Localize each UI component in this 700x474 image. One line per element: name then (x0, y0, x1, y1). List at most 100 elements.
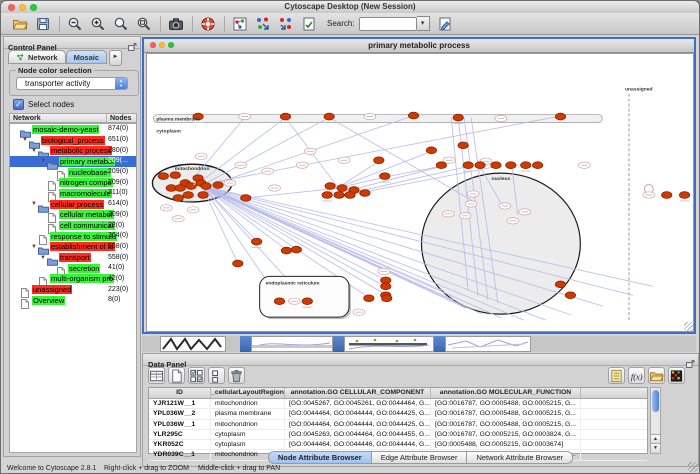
table-cell[interactable]: [GO:0045267, GO:0045261, GO:0044464, G..… (285, 399, 431, 408)
table-row-ylr295c[interactable]: YLR295Ccytoplasm[GO:0045263, GO:0044464,… (149, 430, 647, 440)
tree-row-nucleobase-[interactable]: nucleobase-209(0) (10, 167, 136, 178)
column-header-2[interactable]: _cellularLayoutRegion (211, 388, 285, 398)
background-window[interactable] (160, 336, 226, 352)
matrix-icon[interactable] (668, 367, 685, 384)
network-canvas[interactable]: plasma membranecytoplasmmitochondrionnuc… (146, 53, 694, 332)
background-window[interactable] (445, 336, 531, 352)
tree-row-cellular-metabol[interactable]: cellular metabol209(0) (10, 210, 136, 221)
background-window-edge[interactable] (240, 336, 251, 352)
scrollbar-thumb[interactable] (652, 390, 659, 412)
layout-b-icon[interactable] (277, 15, 295, 33)
table-cell[interactable]: YPL036W__2 (149, 409, 211, 418)
tab-mosaic[interactable]: Mosaic (66, 50, 107, 64)
table-icon[interactable] (148, 367, 165, 384)
help-lifesaver-icon[interactable] (199, 15, 217, 33)
search-input[interactable] (359, 17, 417, 31)
tree-row-primary-metabol[interactable]: ▼primary metabol209(... (10, 156, 136, 167)
tree-row-cell-communicat[interactable]: cell communicat22(0) (10, 220, 136, 231)
table-cell[interactable]: [GO:0016787, GO:0005488, GO:0005215, G..… (431, 409, 581, 418)
network-view-window[interactable]: primary metabolic process plasma membran… (142, 37, 696, 334)
column-header-4[interactable]: annotation.GO MOLECULAR_FUNCTION (431, 388, 581, 398)
select-nodes-checkbox[interactable]: ✓ (13, 99, 24, 110)
node-color-selection-group: Node color selection transporter activit… (9, 70, 139, 96)
table-cell[interactable]: [GO:0016787, GO:0005488, GO:0005215, G..… (431, 420, 581, 429)
table-cell[interactable]: [GO:0016787, GO:0005488, GO:0005215, G..… (431, 399, 581, 408)
tree-row-establishment-of-lo[interactable]: ▼establishment of lo558(0) (10, 242, 136, 253)
trash-icon[interactable] (228, 367, 245, 384)
float-panel-icon[interactable] (686, 355, 695, 363)
network-window-titlebar[interactable]: primary metabolic process (144, 39, 694, 53)
table-cell[interactable]: [GO:0044464, GO:0044444, GO:0044425, G..… (285, 409, 431, 418)
table-scrollbar[interactable]: ▲ ▼ (650, 387, 661, 454)
more-tabs-arrow[interactable]: ► (109, 50, 122, 66)
expand-arrow-icon[interactable]: ▼ (21, 135, 29, 145)
open-folder-icon[interactable] (11, 15, 29, 33)
tree-row-secretion[interactable]: secretion41(0) (10, 263, 136, 274)
table-cell[interactable]: [GO:0044464, GO:0044444, GO:0044425, G..… (285, 420, 431, 429)
table-cell[interactable]: YJR121W__1 (149, 399, 211, 408)
node-count: 558(0) (108, 253, 128, 263)
node-color-dropdown[interactable]: transporter activity ▲▼ (16, 77, 128, 90)
save-icon[interactable] (34, 15, 52, 33)
expand-arrow-icon[interactable]: ▼ (39, 156, 47, 166)
manage-networks-icon[interactable] (300, 15, 318, 33)
table-cell[interactable]: YPL036W__1 (149, 420, 211, 429)
network-overview-icon[interactable] (231, 15, 249, 33)
tab-node-attribute-browser[interactable]: Node Attribute Browser (268, 451, 372, 464)
table-row-ypl036w__2[interactable]: YPL036W__2plasma membrane[GO:0044464, GO… (149, 409, 647, 419)
snapshot-camera-icon[interactable] (167, 15, 185, 33)
table-cell[interactable]: cytoplasm (211, 430, 285, 439)
table-cell[interactable]: YLR295C (149, 430, 211, 439)
table-cell[interactable]: mitochondrion (211, 420, 285, 429)
expand-arrow-icon[interactable]: ▼ (30, 199, 38, 209)
layout-a-icon[interactable] (254, 15, 272, 33)
background-window[interactable] (251, 336, 333, 352)
tree-row-biological-process[interactable]: ▼biological_process651(0) (10, 135, 136, 146)
table-cell[interactable]: [GO:0016787, GO:0005215, GO:0003824, G..… (431, 430, 581, 439)
tree-row-nitrogen-compo[interactable]: nitrogen compo209(0) (10, 177, 136, 188)
tree-row-response-to-stimulu[interactable]: response to stimulu264(0) (10, 231, 136, 242)
search-dropdown-button[interactable]: ▾ (417, 16, 430, 31)
function-icon[interactable]: f(x) (628, 367, 645, 384)
tree-row-multi-organism-pro[interactable]: multi-organism pro42(0) (10, 274, 136, 285)
tree-row-mosaic-demo-yeast[interactable]: mosaic-demo-yeast874(0) (10, 124, 136, 135)
column-header-1[interactable]: ID (149, 388, 211, 398)
expand-arrow-icon[interactable]: ▼ (30, 146, 38, 156)
zoom-selected-icon[interactable] (112, 15, 130, 33)
tab-network-attribute-browser[interactable]: Network Attribute Browser (467, 451, 573, 464)
table-row-ypl036w__1[interactable]: YPL036W__1mitochondrion[GO:0044464, GO:0… (149, 420, 647, 430)
tab-network[interactable]: Network (8, 50, 66, 64)
tree-row-macromolecule[interactable]: macromolecule311(0) (10, 188, 136, 199)
select-attributes-icon[interactable] (188, 367, 205, 384)
unselect-attributes-icon[interactable] (208, 367, 225, 384)
new-page-icon[interactable] (168, 367, 185, 384)
float-panel-icon[interactable] (128, 38, 137, 46)
cytoscape-app-window: Cytoscape Desktop (New Session) Search: … (0, 0, 700, 474)
zoom-in-icon[interactable] (89, 15, 107, 33)
tree-row-metabolic-process[interactable]: ▼metabolic process280(0) (10, 145, 136, 156)
expand-arrow-icon[interactable]: ▼ (39, 253, 47, 263)
background-window[interactable] (344, 336, 434, 352)
expand-arrow-icon[interactable]: ▼ (30, 242, 38, 252)
tree-column-network[interactable]: Network (10, 114, 107, 122)
table-cell[interactable]: [GO:0045263, GO:0044464, GO:0044455, G..… (285, 430, 431, 439)
annotation-edit-icon[interactable] (436, 15, 454, 33)
table-row-yjr121w__1[interactable]: YJR121W__1mitochondrion[GO:0045267, GO:0… (149, 399, 647, 409)
tab-edge-attribute-browser[interactable]: Edge Attribute Browser (372, 451, 468, 464)
background-window-edge[interactable] (333, 336, 344, 352)
import-folder-icon[interactable] (648, 367, 665, 384)
table-cell[interactable]: plasma membrane (211, 409, 285, 418)
tree-row-unassigned[interactable]: unassigned223(0) (10, 284, 136, 295)
table-cell[interactable]: mitochondrion (211, 399, 285, 408)
tree-row-overview[interactable]: Overview8(0) (10, 295, 136, 306)
tree-row-transport[interactable]: ▼transport558(0) (10, 252, 136, 263)
tree-column-nodes[interactable]: Nodes (107, 114, 131, 122)
network-window-resize-grip[interactable] (684, 322, 693, 331)
tree-row-cellular-process[interactable]: ▼cellular process614(0) (10, 199, 136, 210)
zoom-out-icon[interactable] (66, 15, 84, 33)
column-header-3[interactable]: annotation.GO CELLULAR_COMPONENT (285, 388, 431, 398)
notes-icon[interactable] (608, 367, 625, 384)
app-resize-grip[interactable] (688, 462, 698, 472)
background-window-edge[interactable] (434, 336, 445, 352)
zoom-fit-icon[interactable] (135, 15, 153, 33)
